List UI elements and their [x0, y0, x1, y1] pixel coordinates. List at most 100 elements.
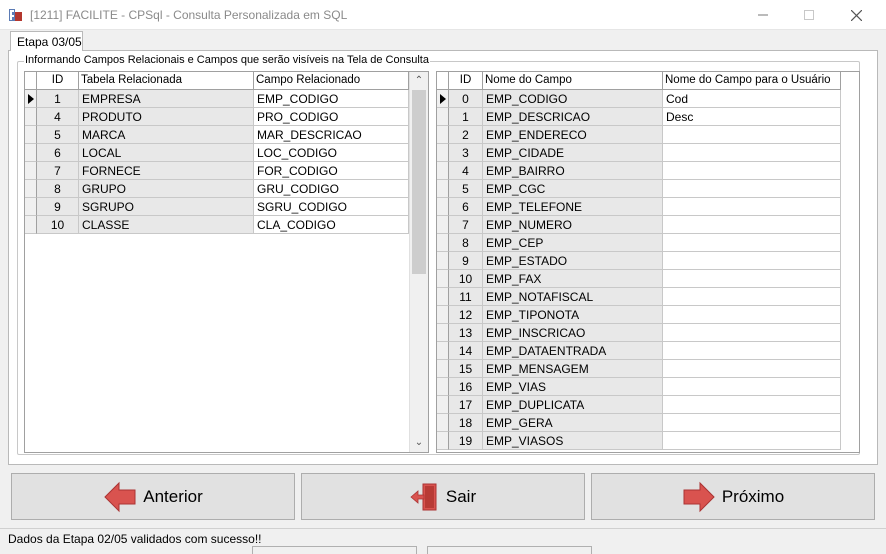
cell-nome-do-campo[interactable]: EMP_BAIRRO: [483, 162, 663, 180]
cell-id[interactable]: 6: [449, 198, 483, 216]
table-row[interactable]: 2 EMP_ENDERECO: [437, 126, 859, 144]
table-row[interactable]: 7 FORNECE FOR_CODIGO: [25, 162, 428, 180]
cell-nome-campo-usuario[interactable]: [663, 180, 841, 198]
cell-campo-relacionado[interactable]: LOC_CODIGO: [254, 144, 409, 162]
cell-tabela-relacionada[interactable]: MARCA: [79, 126, 254, 144]
cell-nome-do-campo[interactable]: EMP_TIPONOTA: [483, 306, 663, 324]
table-row[interactable]: 13 EMP_INSCRICAO: [437, 324, 859, 342]
cell-id[interactable]: 5: [37, 126, 79, 144]
cell-id[interactable]: 7: [37, 162, 79, 180]
row-indicator[interactable]: [25, 108, 37, 126]
table-row[interactable]: 6 EMP_TELEFONE: [437, 198, 859, 216]
cell-tabela-relacionada[interactable]: LOCAL: [79, 144, 254, 162]
header-id[interactable]: ID: [37, 72, 79, 90]
cell-nome-do-campo[interactable]: EMP_CGC: [483, 180, 663, 198]
row-indicator[interactable]: [437, 360, 449, 378]
cell-nome-campo-usuario[interactable]: [663, 252, 841, 270]
cell-id[interactable]: 6: [37, 144, 79, 162]
cell-id[interactable]: 10: [449, 270, 483, 288]
row-indicator[interactable]: [25, 162, 37, 180]
maximize-button[interactable]: [786, 0, 832, 30]
cell-nome-do-campo[interactable]: EMP_DUPLICATA: [483, 396, 663, 414]
table-row[interactable]: 5 MARCA MAR_DESCRICAO: [25, 126, 428, 144]
cell-nome-campo-usuario[interactable]: [663, 324, 841, 342]
row-indicator[interactable]: [437, 432, 449, 450]
cell-nome-do-campo[interactable]: EMP_GERA: [483, 414, 663, 432]
header-campo-relacionado[interactable]: Campo Relacionado: [254, 72, 409, 90]
cell-nome-do-campo[interactable]: EMP_NOTAFISCAL: [483, 288, 663, 306]
cell-id[interactable]: 14: [449, 342, 483, 360]
cell-nome-campo-usuario[interactable]: [663, 216, 841, 234]
table-row[interactable]: 7 EMP_NUMERO: [437, 216, 859, 234]
table-row[interactable]: 8 GRUPO GRU_CODIGO: [25, 180, 428, 198]
row-indicator[interactable]: [437, 216, 449, 234]
cell-nome-campo-usuario[interactable]: [663, 306, 841, 324]
cell-id[interactable]: 9: [37, 198, 79, 216]
row-indicator[interactable]: [437, 270, 449, 288]
cell-nome-do-campo[interactable]: EMP_CEP: [483, 234, 663, 252]
cell-campo-relacionado[interactable]: SGRU_CODIGO: [254, 198, 409, 216]
table-row[interactable]: 12 EMP_TIPONOTA: [437, 306, 859, 324]
table-row[interactable]: 4 PRODUTO PRO_CODIGO: [25, 108, 428, 126]
scroll-down-icon[interactable]: ⌄: [410, 434, 428, 452]
row-indicator[interactable]: [437, 324, 449, 342]
next-button[interactable]: Próximo: [591, 473, 875, 520]
cell-nome-do-campo[interactable]: EMP_ENDERECO: [483, 126, 663, 144]
row-indicator[interactable]: [437, 162, 449, 180]
table-row[interactable]: 9 SGRUPO SGRU_CODIGO: [25, 198, 428, 216]
cell-tabela-relacionada[interactable]: CLASSE: [79, 216, 254, 234]
cell-id[interactable]: 4: [37, 108, 79, 126]
cell-nome-campo-usuario[interactable]: [663, 162, 841, 180]
row-indicator[interactable]: [25, 144, 37, 162]
cell-nome-do-campo[interactable]: EMP_MENSAGEM: [483, 360, 663, 378]
table-row[interactable]: 16 EMP_VIAS: [437, 378, 859, 396]
cell-campo-relacionado[interactable]: CLA_CODIGO: [254, 216, 409, 234]
row-indicator[interactable]: [25, 198, 37, 216]
cell-tabela-relacionada[interactable]: EMPRESA: [79, 90, 254, 108]
cell-nome-campo-usuario[interactable]: [663, 144, 841, 162]
cell-nome-campo-usuario[interactable]: Cod: [663, 90, 841, 108]
row-indicator[interactable]: [437, 306, 449, 324]
previous-button[interactable]: Anterior: [11, 473, 295, 520]
table-row[interactable]: 1 EMPRESA EMP_CODIGO: [25, 90, 428, 108]
table-row[interactable]: 6 LOCAL LOC_CODIGO: [25, 144, 428, 162]
cell-nome-do-campo[interactable]: EMP_ESTADO: [483, 252, 663, 270]
cell-tabela-relacionada[interactable]: FORNECE: [79, 162, 254, 180]
cell-campo-relacionado[interactable]: MAR_DESCRICAO: [254, 126, 409, 144]
cell-id[interactable]: 11: [449, 288, 483, 306]
cell-campo-relacionado[interactable]: GRU_CODIGO: [254, 180, 409, 198]
scroll-up-icon[interactable]: ⌃: [410, 72, 428, 90]
table-row[interactable]: 19 EMP_VIASOS: [437, 432, 859, 450]
cell-nome-campo-usuario[interactable]: Desc: [663, 108, 841, 126]
row-indicator[interactable]: [437, 180, 449, 198]
table-row[interactable]: 8 EMP_CEP: [437, 234, 859, 252]
row-indicator[interactable]: [437, 414, 449, 432]
table-row[interactable]: 15 EMP_MENSAGEM: [437, 360, 859, 378]
cell-id[interactable]: 2: [449, 126, 483, 144]
row-indicator[interactable]: [25, 180, 37, 198]
cell-nome-do-campo[interactable]: EMP_NUMERO: [483, 216, 663, 234]
cell-tabela-relacionada[interactable]: PRODUTO: [79, 108, 254, 126]
fields-grid[interactable]: ID Nome do Campo Nome do Campo para o Us…: [436, 71, 860, 453]
minimize-button[interactable]: [740, 0, 786, 30]
row-indicator[interactable]: [437, 144, 449, 162]
cell-id[interactable]: 5: [449, 180, 483, 198]
cell-nome-do-campo[interactable]: EMP_CIDADE: [483, 144, 663, 162]
cell-id[interactable]: 10: [37, 216, 79, 234]
cell-nome-campo-usuario[interactable]: [663, 360, 841, 378]
exit-button[interactable]: Sair: [301, 473, 585, 520]
cell-nome-campo-usuario[interactable]: [663, 396, 841, 414]
row-indicator[interactable]: [437, 288, 449, 306]
cell-nome-do-campo[interactable]: EMP_FAX: [483, 270, 663, 288]
cell-nome-campo-usuario[interactable]: [663, 288, 841, 306]
row-indicator[interactable]: [437, 90, 449, 108]
cell-id[interactable]: 3: [449, 144, 483, 162]
cell-id[interactable]: 0: [449, 90, 483, 108]
cell-nome-campo-usuario[interactable]: [663, 126, 841, 144]
header-tabela-relacionada[interactable]: Tabela Relacionada: [79, 72, 254, 90]
table-row[interactable]: 11 EMP_NOTAFISCAL: [437, 288, 859, 306]
table-row[interactable]: 10 CLASSE CLA_CODIGO: [25, 216, 428, 234]
cell-campo-relacionado[interactable]: FOR_CODIGO: [254, 162, 409, 180]
header-id[interactable]: ID: [449, 72, 483, 90]
cell-nome-do-campo[interactable]: EMP_INSCRICAO: [483, 324, 663, 342]
